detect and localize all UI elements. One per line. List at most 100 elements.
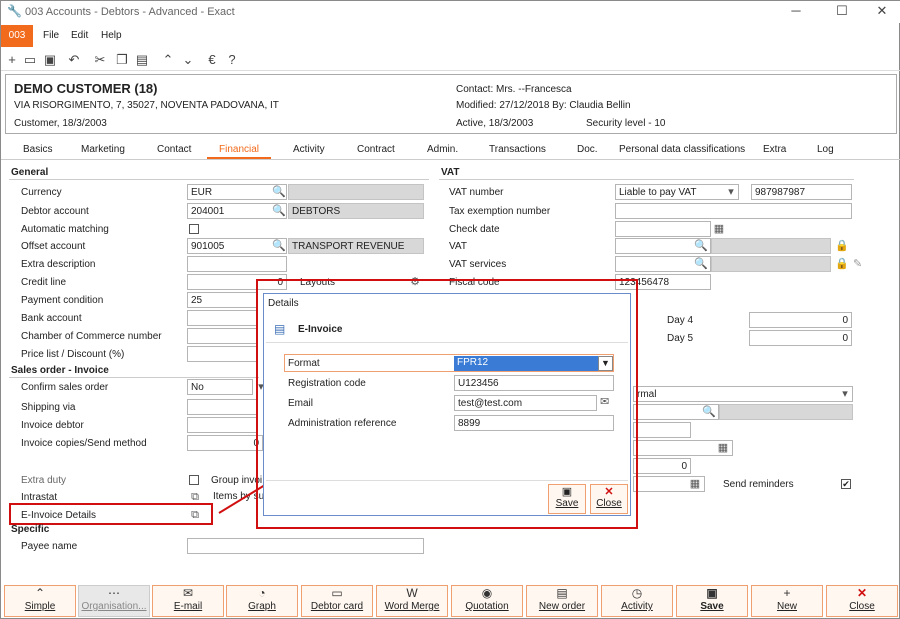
- tab-financial[interactable]: Financial: [207, 144, 271, 159]
- new-order-button[interactable]: ▤ New order: [526, 585, 598, 617]
- tab-extra[interactable]: Extra: [763, 144, 786, 155]
- shipping-via-label: Shipping via: [21, 402, 76, 413]
- save-icon[interactable]: ▣: [41, 51, 59, 69]
- minimize-button[interactable]: ─: [781, 3, 811, 18]
- tab-activity[interactable]: Activity: [293, 144, 325, 155]
- divider: [9, 179, 429, 180]
- calendar-icon[interactable]: ▦: [687, 476, 703, 492]
- graph-icon: ◔: [258, 586, 266, 600]
- divider: [266, 342, 628, 343]
- registration-code-input[interactable]: U123456: [454, 375, 614, 391]
- tab-contact[interactable]: Contact: [157, 144, 191, 155]
- paste-icon[interactable]: ▤: [133, 51, 151, 69]
- close-button[interactable]: ✕ Close: [826, 585, 898, 617]
- chevron-down-icon[interactable]: ▾: [837, 386, 853, 402]
- search-icon[interactable]: 🔍: [693, 256, 709, 272]
- simple-button[interactable]: ⌃ Simple: [4, 585, 76, 617]
- vat-description: [711, 238, 831, 254]
- send-reminders-checkbox[interactable]: ✔: [841, 479, 851, 489]
- chevron-down-icon[interactable]: ▼: [598, 356, 613, 371]
- day5-input[interactable]: 0: [749, 330, 852, 346]
- extra-description-input[interactable]: [187, 256, 287, 272]
- close-window-button[interactable]: ✕: [867, 3, 897, 19]
- save-button[interactable]: ▣ Save: [676, 585, 748, 617]
- format-label: Format: [288, 358, 320, 369]
- format-select[interactable]: FPR12: [454, 356, 598, 371]
- payee-name-input[interactable]: [187, 538, 424, 554]
- open-icon[interactable]: ▭: [21, 51, 39, 69]
- dialog-close-button[interactable]: ✕ Close: [590, 484, 628, 514]
- pencil-icon[interactable]: ✎: [853, 257, 862, 270]
- reminder-field[interactable]: [633, 422, 691, 438]
- calendar-icon[interactable]: ▦: [715, 440, 731, 456]
- add-icon[interactable]: +: [3, 51, 21, 69]
- graph-button[interactable]: ◔ Graph: [226, 585, 298, 617]
- day4-input[interactable]: 0: [749, 312, 852, 328]
- tab-admin[interactable]: Admin.: [427, 144, 458, 155]
- help-icon[interactable]: ?: [223, 51, 241, 69]
- new-button[interactable]: + New: [751, 585, 823, 617]
- bank-account-input[interactable]: [187, 310, 257, 326]
- vat-number-input[interactable]: 987987987: [751, 184, 852, 200]
- email-input[interactable]: test@test.com: [454, 395, 597, 411]
- up-icon[interactable]: ⌃: [159, 51, 177, 69]
- chamber-commerce-input[interactable]: [187, 328, 257, 344]
- day4-label: Day 4: [667, 315, 694, 326]
- tab-log[interactable]: Log: [817, 144, 834, 155]
- tab-doc[interactable]: Doc.: [577, 144, 598, 155]
- search-icon[interactable]: 🔍: [693, 238, 709, 254]
- tax-exemption-input[interactable]: [615, 203, 852, 219]
- confirm-sales-order-select[interactable]: No: [187, 379, 253, 395]
- invoice-debtor-input[interactable]: [187, 417, 257, 433]
- check-date-label: Check date: [449, 224, 500, 235]
- payment-condition-label: Payment condition: [21, 295, 104, 306]
- menu-help[interactable]: Help: [101, 30, 122, 41]
- activity-button[interactable]: ◷ Activity: [601, 585, 673, 617]
- undo-icon[interactable]: ↶: [65, 51, 83, 69]
- search-icon[interactable]: 🔍: [271, 184, 287, 200]
- copy-icon[interactable]: ❐: [113, 51, 131, 69]
- app-menu-button[interactable]: 003: [1, 25, 33, 47]
- price-list-input[interactable]: [187, 346, 257, 362]
- tab-marketing[interactable]: Marketing: [81, 144, 125, 155]
- dialog-save-button[interactable]: ▣ Save: [548, 484, 586, 514]
- cut-icon[interactable]: ✂: [91, 51, 109, 69]
- share-icon: ⋯: [108, 586, 120, 600]
- reminder-count-input[interactable]: 0: [633, 458, 691, 474]
- reminder-select[interactable]: rmal: [633, 386, 853, 402]
- envelope-icon[interactable]: ✉: [600, 395, 609, 408]
- email-button[interactable]: ✉ E-mail: [152, 585, 224, 617]
- search-icon[interactable]: 🔍: [271, 203, 287, 219]
- day5-label: Day 5: [667, 333, 694, 344]
- application-window: 🔧 003 Accounts - Debtors - Advanced - Ex…: [0, 0, 900, 619]
- tab-basics[interactable]: Basics: [23, 144, 52, 155]
- menu-edit[interactable]: Edit: [71, 30, 88, 41]
- search-icon[interactable]: 🔍: [271, 238, 287, 254]
- tab-transactions[interactable]: Transactions: [489, 144, 546, 155]
- card-icon: ▭: [331, 586, 343, 600]
- calendar-icon[interactable]: ▦: [711, 221, 727, 237]
- search-icon[interactable]: 🔍: [701, 404, 717, 420]
- chevron-down-icon[interactable]: ▾: [723, 184, 739, 200]
- check-date-input[interactable]: [615, 221, 711, 237]
- quotation-button[interactable]: ◉ Quotation: [451, 585, 523, 617]
- automatic-matching-checkbox[interactable]: [189, 224, 199, 234]
- modified-info: Modified: 27/12/2018 By: Claudia Bellin: [456, 100, 631, 111]
- down-icon[interactable]: ⌄: [179, 51, 197, 69]
- tab-contract[interactable]: Contract: [357, 144, 395, 155]
- extra-duty-checkbox[interactable]: [189, 475, 199, 485]
- euro-icon[interactable]: €: [203, 51, 221, 69]
- vat-liability-select[interactable]: Liable to pay VAT: [615, 184, 739, 200]
- word-merge-button[interactable]: W Word Merge: [376, 585, 448, 617]
- chamber-commerce-label: Chamber of Commerce number: [21, 331, 162, 342]
- maximize-button[interactable]: ☐: [827, 3, 857, 19]
- shipping-via-input[interactable]: [187, 399, 257, 415]
- admin-reference-input[interactable]: 8899: [454, 415, 614, 431]
- security-level: Security level - 10: [586, 118, 666, 129]
- debtor-card-button[interactable]: ▭ Debtor card: [301, 585, 373, 617]
- invoice-copies-label: Invoice copies/Send method: [21, 438, 147, 449]
- menu-file[interactable]: File: [43, 30, 59, 41]
- tab-personal-data[interactable]: Personal data classifications: [619, 144, 745, 155]
- organisation-button[interactable]: ⋯ Organisation...: [78, 585, 150, 617]
- payment-condition-input[interactable]: 25: [187, 292, 257, 308]
